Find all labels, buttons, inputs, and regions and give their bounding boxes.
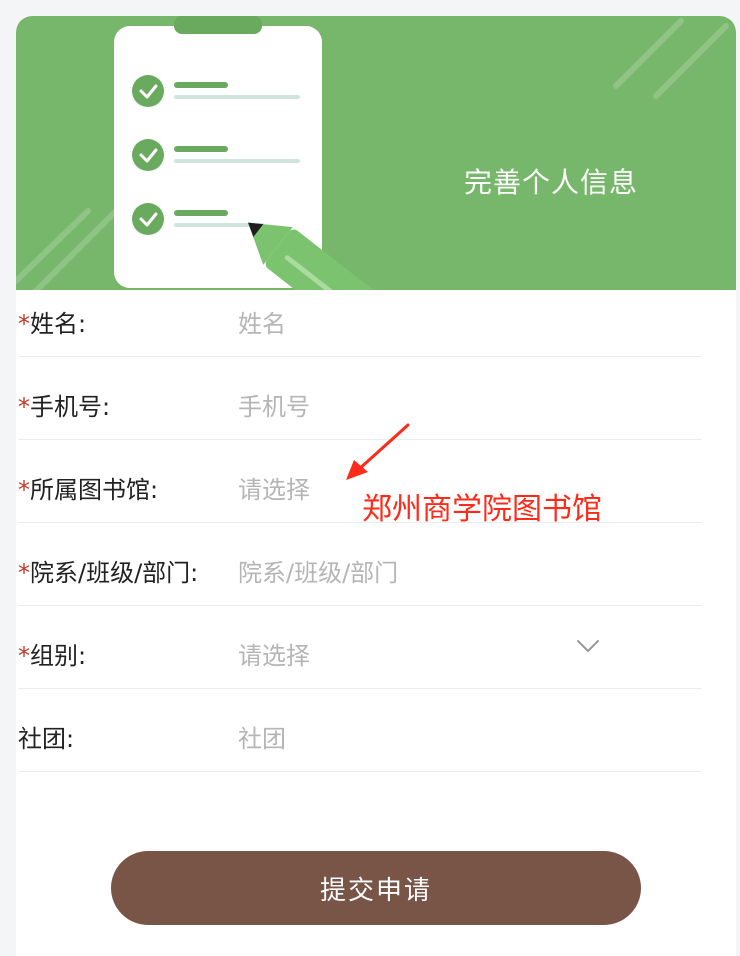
annotation-text: 郑州商学院图书馆	[362, 492, 602, 527]
phone-label: *手机号:	[18, 393, 111, 421]
club-input[interactable]: 社团	[238, 719, 286, 754]
form-row-group: *组别: 请选择	[18, 606, 702, 689]
required-mark: *	[18, 476, 30, 504]
library-label: *所属图书馆:	[18, 476, 159, 504]
form-row-club: 社团: 社团	[18, 689, 702, 772]
club-label: 社团:	[18, 725, 75, 753]
required-mark: *	[18, 310, 30, 338]
annotation-arrow-icon	[346, 423, 410, 480]
required-mark: *	[18, 559, 30, 587]
group-select[interactable]: 请选择	[238, 636, 310, 671]
clipboard-illustration	[16, 16, 729, 290]
form-row-department: *院系/班级/部门: 院系/班级/部门	[18, 523, 702, 606]
banner-title: 完善个人信息	[464, 166, 639, 199]
group-label: *组别:	[18, 642, 87, 670]
department-input[interactable]: 院系/班级/部门	[238, 553, 398, 588]
chevron-down-icon[interactable]	[576, 638, 600, 654]
form-row-name: *姓名: 姓名	[18, 274, 702, 357]
name-label: *姓名:	[18, 310, 87, 338]
department-label: *院系/班级/部门:	[18, 559, 199, 587]
name-input[interactable]: 姓名	[238, 304, 286, 339]
header-banner: 完善个人信息	[16, 16, 736, 290]
submit-button[interactable]: 提交申请	[111, 851, 641, 925]
required-mark: *	[18, 393, 30, 421]
library-picker[interactable]: 请选择	[238, 470, 310, 505]
phone-input[interactable]: 手机号	[238, 387, 310, 422]
required-mark: *	[18, 642, 30, 670]
